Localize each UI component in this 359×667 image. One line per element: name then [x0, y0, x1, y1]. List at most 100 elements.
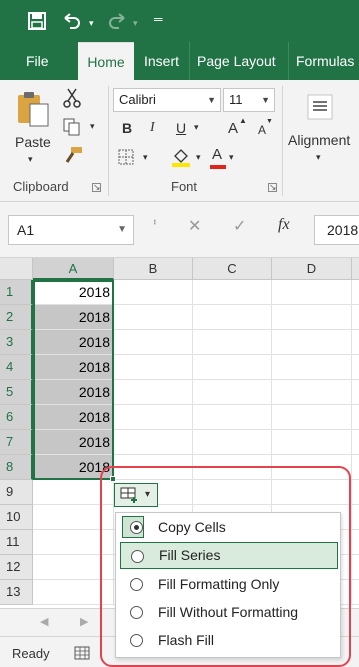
menu-item-fill-series[interactable]: Fill Series	[120, 542, 338, 569]
row-header[interactable]: 3	[0, 330, 33, 355]
font-color-button[interactable]: A	[212, 146, 222, 163]
menu-item-fill-formatting-only[interactable]: Fill Formatting Only	[120, 571, 338, 598]
cell-d4[interactable]	[272, 355, 352, 380]
row-header[interactable]: 10	[0, 505, 33, 530]
save-icon[interactable]	[28, 12, 46, 30]
autofill-options-button[interactable]: ▾	[114, 483, 158, 507]
tab-file[interactable]: File	[20, 42, 55, 80]
row-header[interactable]: 8	[0, 455, 33, 480]
column-header-e[interactable]	[352, 258, 359, 280]
cell-e11[interactable]	[352, 530, 359, 555]
chevron-down-icon[interactable]: ▼	[117, 216, 127, 244]
cell-a2[interactable]: 2018	[33, 305, 114, 330]
tab-formulas[interactable]: Formulas	[290, 42, 359, 80]
cell-a10[interactable]	[33, 505, 114, 530]
name-box[interactable]: A1 ▼	[8, 215, 134, 245]
italic-button[interactable]: I	[150, 120, 155, 136]
cell-e1[interactable]	[352, 280, 359, 305]
cell-d7[interactable]	[272, 430, 352, 455]
font-launcher-icon[interactable]: ↘	[268, 183, 277, 192]
clipboard-launcher-icon[interactable]: ↘	[92, 183, 101, 192]
row-header[interactable]: 9	[0, 480, 33, 505]
menu-item-copy-cells[interactable]: Copy Cells	[120, 514, 338, 541]
cell-b3[interactable]	[114, 330, 193, 355]
cell-b8[interactable]	[114, 455, 193, 480]
underline-dropdown-icon[interactable]: ▾	[194, 122, 199, 133]
scroll-left-icon[interactable]: ◀	[40, 615, 48, 628]
shrink-font-button[interactable]: A	[258, 123, 266, 137]
cell-d8[interactable]	[272, 455, 352, 480]
cell-e9[interactable]	[352, 480, 359, 505]
cut-icon[interactable]	[63, 88, 81, 108]
row-header[interactable]: 11	[0, 530, 33, 555]
alignment-dropdown-icon[interactable]: ▾	[316, 152, 321, 163]
cell-c7[interactable]	[193, 430, 272, 455]
cell-d6[interactable]	[272, 405, 352, 430]
cell-d3[interactable]	[272, 330, 352, 355]
cell-e2[interactable]	[352, 305, 359, 330]
cell-e6[interactable]	[352, 405, 359, 430]
cell-c6[interactable]	[193, 405, 272, 430]
row-header[interactable]: 7	[0, 430, 33, 455]
tab-home[interactable]: Home	[78, 42, 134, 80]
column-header-a[interactable]: A	[33, 258, 114, 280]
column-header-c[interactable]: C	[193, 258, 272, 280]
cell-d2[interactable]	[272, 305, 352, 330]
undo-dropdown-icon[interactable]: ▾	[89, 14, 94, 32]
formula-input[interactable]: 2018	[314, 215, 359, 245]
cell-a5[interactable]: 2018	[33, 380, 114, 405]
row-header[interactable]: 4	[0, 355, 33, 380]
cell-b1[interactable]	[114, 280, 193, 305]
cell-b5[interactable]	[114, 380, 193, 405]
cell-a7[interactable]: 2018	[33, 430, 114, 455]
cell-e10[interactable]	[352, 505, 359, 530]
scroll-right-icon[interactable]: ▶	[80, 615, 88, 628]
cell-c2[interactable]	[193, 305, 272, 330]
copy-dropdown-icon[interactable]: ▾	[90, 121, 95, 132]
underline-button[interactable]: U	[176, 120, 186, 136]
cell-e13[interactable]	[352, 580, 359, 605]
font-color-dropdown-icon[interactable]: ▾	[229, 152, 234, 163]
cell-b7[interactable]	[114, 430, 193, 455]
cell-c1[interactable]	[193, 280, 272, 305]
fill-color-dropdown-icon[interactable]: ▾	[196, 152, 201, 163]
row-header[interactable]: 2	[0, 305, 33, 330]
menu-item-flash-fill[interactable]: Flash Fill	[120, 627, 338, 654]
fill-color-icon[interactable]	[171, 148, 191, 168]
cell-c8[interactable]	[193, 455, 272, 480]
alignment-button[interactable]: Alignment	[288, 132, 350, 148]
cell-a8[interactable]: 2018	[33, 455, 114, 480]
font-size-select[interactable]: 11 ▼	[223, 88, 275, 112]
borders-dropdown-icon[interactable]: ▾	[143, 152, 148, 163]
menu-item-fill-without-formatting[interactable]: Fill Without Formatting	[120, 599, 338, 626]
cell-d5[interactable]	[272, 380, 352, 405]
cell-b4[interactable]	[114, 355, 193, 380]
alignment-icon[interactable]	[307, 94, 333, 120]
tab-insert[interactable]: Insert	[138, 42, 185, 80]
cell-a9[interactable]	[33, 480, 114, 505]
insert-function-button[interactable]: fx	[278, 216, 290, 234]
cell-a13[interactable]	[33, 580, 114, 605]
undo-icon[interactable]	[62, 12, 82, 30]
cell-e7[interactable]	[352, 430, 359, 455]
cell-d1[interactable]	[272, 280, 352, 305]
bold-button[interactable]: B	[122, 120, 132, 136]
cell-e3[interactable]	[352, 330, 359, 355]
cell-b2[interactable]	[114, 305, 193, 330]
cell-a12[interactable]	[33, 555, 114, 580]
customize-qat-icon[interactable]: ═	[154, 10, 163, 28]
cell-d9[interactable]	[272, 480, 352, 505]
cell-e12[interactable]	[352, 555, 359, 580]
row-header[interactable]: 5	[0, 380, 33, 405]
borders-icon[interactable]	[118, 149, 134, 165]
column-header-d[interactable]: D	[272, 258, 352, 280]
copy-icon[interactable]	[63, 118, 81, 136]
paste-dropdown-icon[interactable]: ▾	[28, 154, 33, 165]
cell-c9[interactable]	[193, 480, 272, 505]
cell-a4[interactable]: 2018	[33, 355, 114, 380]
cell-a11[interactable]	[33, 530, 114, 555]
cell-a6[interactable]: 2018	[33, 405, 114, 430]
grow-font-button[interactable]: A	[228, 120, 238, 137]
cell-b6[interactable]	[114, 405, 193, 430]
row-header[interactable]: 6	[0, 405, 33, 430]
